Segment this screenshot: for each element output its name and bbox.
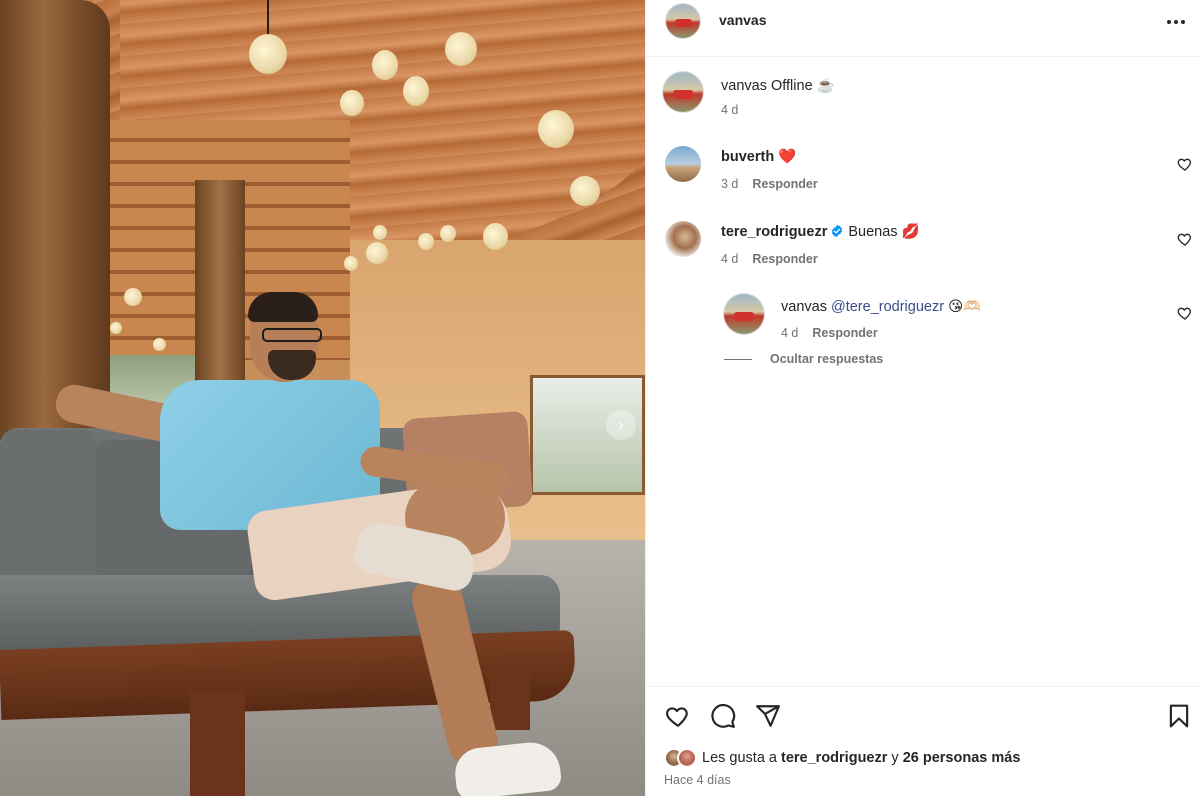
comment-icon[interactable] bbox=[710, 703, 736, 729]
lamp-globe bbox=[124, 288, 142, 306]
photo-person-hair bbox=[248, 292, 318, 322]
reply-mention[interactable]: @tere_rodriguezr bbox=[831, 299, 944, 315]
photo-sofa-leg bbox=[490, 670, 530, 730]
post-time-ago[interactable]: Hace 4 días bbox=[664, 773, 731, 787]
lamp-globe bbox=[110, 322, 122, 334]
caption-username[interactable]: vanvas bbox=[721, 78, 767, 94]
more-horizontal-icon[interactable] bbox=[1164, 12, 1188, 32]
reply-button[interactable]: Responder bbox=[812, 326, 877, 340]
likes-connector: y bbox=[891, 750, 899, 766]
likes-user[interactable]: tere_rodriguezr bbox=[781, 750, 887, 766]
comment-meta: 3 d Responder bbox=[721, 177, 818, 191]
photo-tree-trunk bbox=[0, 0, 110, 440]
reply-body: 😘🫶🏻 bbox=[948, 299, 982, 315]
reply-text: vanvas @tere_rodriguezr 😘🫶🏻 bbox=[781, 298, 981, 315]
comment-meta: 4 d Responder bbox=[721, 252, 818, 266]
lamp-globe bbox=[445, 32, 477, 66]
reply-time[interactable]: 4 d bbox=[781, 326, 798, 340]
avatar[interactable] bbox=[665, 146, 701, 182]
lamp-globe bbox=[340, 90, 364, 116]
photo-tree-trunk-mid bbox=[195, 180, 245, 400]
avatar[interactable] bbox=[665, 221, 701, 257]
lamp-globe bbox=[372, 50, 398, 80]
hide-replies-button[interactable]: Ocultar respuestas bbox=[724, 352, 883, 366]
lamp-globe bbox=[570, 176, 600, 206]
avatar[interactable] bbox=[663, 72, 703, 112]
lamp-globe bbox=[418, 233, 434, 250]
lamp-globe bbox=[249, 34, 287, 74]
likes-summary[interactable]: Les gusta a tere_rodriguezr y 26 persona… bbox=[664, 748, 1020, 768]
photo-sofa-leg bbox=[190, 690, 245, 796]
photo-person-glasses bbox=[262, 328, 322, 342]
heart-icon[interactable] bbox=[1177, 305, 1193, 321]
reply-button[interactable]: Responder bbox=[752, 177, 817, 191]
send-icon[interactable] bbox=[755, 703, 781, 729]
comment-text: tere_rodriguezr Buenas 💋 bbox=[721, 223, 920, 240]
post-actions: Les gusta a tere_rodriguezr y 26 persona… bbox=[646, 686, 1198, 796]
lamp-globe bbox=[153, 338, 166, 351]
avatar[interactable] bbox=[724, 294, 764, 334]
likes-prefix: Les gusta a bbox=[702, 750, 777, 766]
hide-replies-label: Ocultar respuestas bbox=[770, 352, 884, 366]
likes-others[interactable]: 26 personas más bbox=[903, 750, 1021, 766]
caption-body: Offline ☕️ bbox=[770, 78, 835, 94]
comment-text: buverth ❤️ bbox=[721, 148, 796, 165]
comment-time[interactable]: 4 d bbox=[721, 252, 738, 266]
lamp-globe bbox=[373, 225, 387, 240]
heart-icon[interactable] bbox=[1177, 156, 1193, 172]
lamp-globe bbox=[344, 256, 358, 271]
avatar[interactable] bbox=[666, 4, 700, 38]
heart-icon[interactable] bbox=[665, 703, 691, 729]
comment-body: Buenas 💋 bbox=[848, 224, 920, 240]
lamp-globe bbox=[403, 76, 429, 106]
reply-meta: 4 d Responder bbox=[781, 326, 878, 340]
comment-body: ❤️ bbox=[778, 149, 797, 165]
reply-username[interactable]: vanvas bbox=[781, 299, 827, 315]
comment-time[interactable]: 3 d bbox=[721, 177, 738, 191]
chevron-right-icon[interactable]: › bbox=[606, 410, 636, 440]
photo-sofa-cushion bbox=[0, 430, 98, 590]
reply-button[interactable]: Responder bbox=[752, 252, 817, 266]
post-author-username[interactable]: vanvas bbox=[719, 12, 766, 28]
bookmark-icon[interactable] bbox=[1166, 703, 1192, 729]
caption-text: vanvas Offline ☕️ bbox=[721, 77, 835, 94]
lamp-globe bbox=[440, 225, 456, 242]
liker-avatar bbox=[677, 748, 697, 768]
caption-time[interactable]: 4 d bbox=[721, 103, 738, 117]
comment-username[interactable]: buverth bbox=[721, 149, 774, 165]
lamp-globe bbox=[538, 110, 574, 148]
heart-icon[interactable] bbox=[1177, 231, 1193, 247]
lamp-globe bbox=[366, 242, 388, 264]
verified-badge-icon bbox=[832, 224, 843, 238]
lamp-globe bbox=[483, 223, 508, 250]
hide-replies-line bbox=[724, 358, 752, 360]
comment-username[interactable]: tere_rodriguezr bbox=[721, 224, 827, 240]
post-header: vanvas bbox=[646, 0, 1198, 57]
post-photo[interactable]: › bbox=[0, 0, 645, 796]
post-details-panel: vanvas vanvas Offline ☕️ 4 d buverth ❤️ … bbox=[645, 0, 1198, 796]
